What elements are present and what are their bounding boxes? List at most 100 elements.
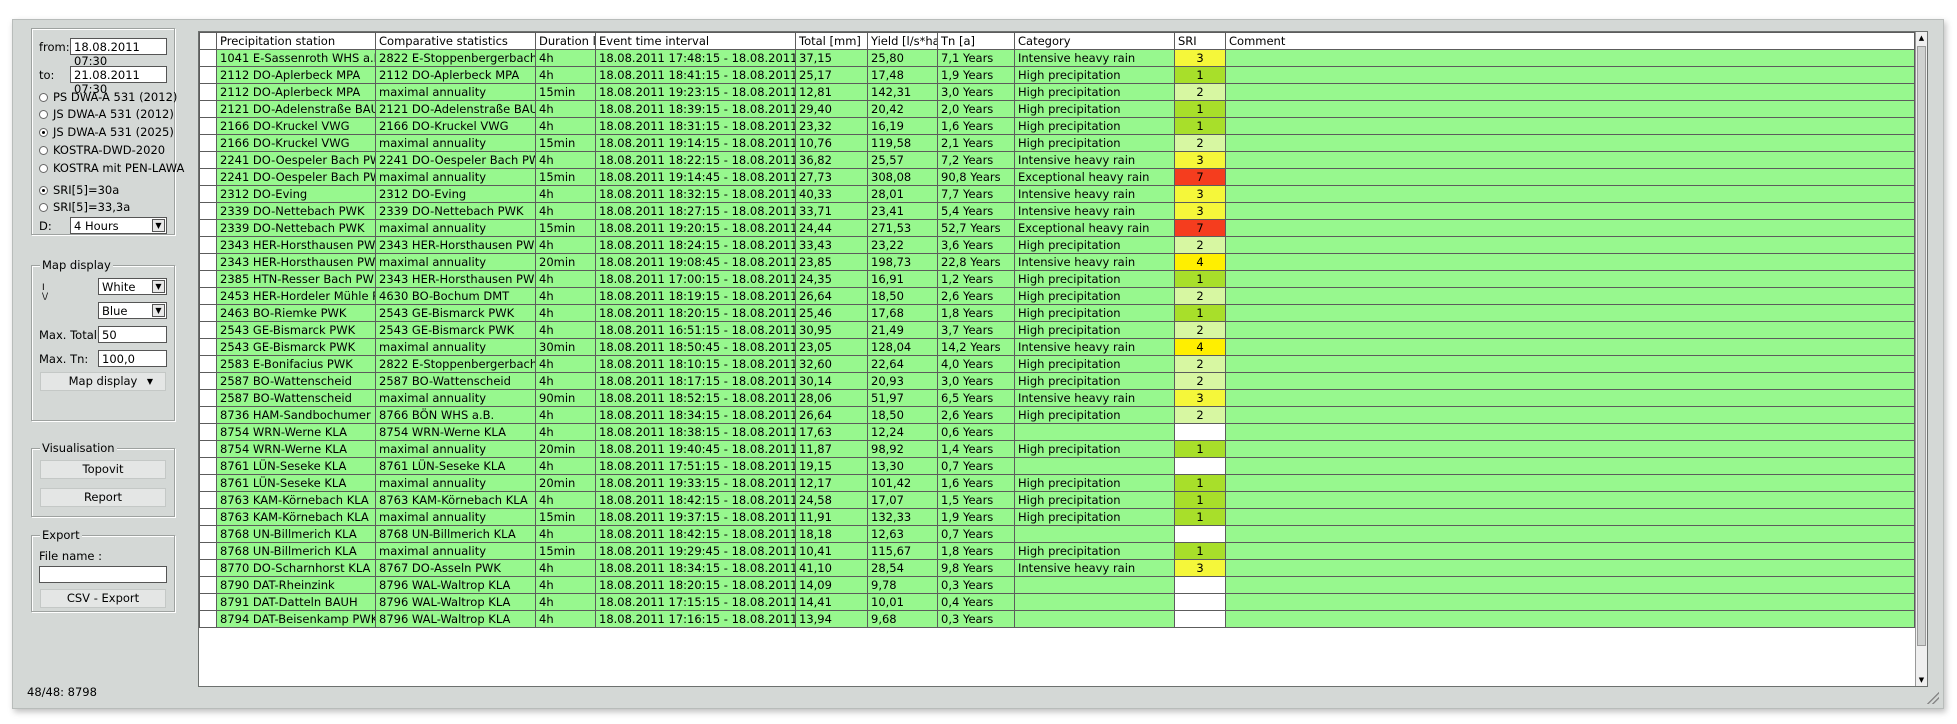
row-selector-cell[interactable] [199, 321, 217, 339]
table-row[interactable]: 2312 DO-Eving 2312 DO-Eving 4h 18.08.2011 1… [199, 185, 1915, 203]
col-header-tn[interactable]: Tn [a] [937, 32, 1015, 50]
row-selector-cell[interactable] [199, 236, 217, 254]
table-row[interactable]: 2241 DO-Oespeler Bach PWK maximal annuali… [199, 168, 1915, 186]
radio-kostra-pen-lawa[interactable]: KOSTRA mit PEN-LAWA [39, 161, 184, 175]
row-selector-cell[interactable] [199, 525, 217, 543]
radio-sri-30a[interactable]: SRI[5]=30a [39, 183, 119, 197]
table-row[interactable]: 8770 DO-Scharnhorst KLA 8767 DO-Asseln PW… [199, 559, 1915, 577]
table-row[interactable]: 2339 DO-Nettebach PWK 2339 DO-Nettebach P… [199, 202, 1915, 220]
table-row[interactable]: 8768 UN-Billmerich KLA 8768 UN-Billmerich… [199, 525, 1915, 543]
row-selector-cell[interactable] [199, 491, 217, 509]
map-display-button[interactable]: Map display ▼ [40, 372, 166, 391]
row-selector-cell[interactable] [199, 134, 217, 152]
comment-cell[interactable] [1225, 474, 1915, 492]
comment-cell[interactable] [1225, 576, 1915, 594]
row-selector-cell[interactable] [199, 168, 217, 186]
scrollbar-thumb[interactable] [1917, 46, 1926, 646]
row-selector-cell[interactable] [199, 304, 217, 322]
table-row[interactable]: 8794 DAT-Beisenkamp PWK 8796 WAL-Waltrop … [199, 610, 1915, 628]
row-selector-cell[interactable] [199, 66, 217, 84]
table-row[interactable]: 2241 DO-Oespeler Bach PWK 2241 DO-Oespele… [199, 151, 1915, 169]
row-selector-cell[interactable] [199, 406, 217, 424]
table-row[interactable]: 2463 BO-Riemke PWK 2543 GE-Bismarck PWK 4h… [199, 304, 1915, 322]
table-row[interactable]: 2343 HER-Horsthausen PWK 2343 HER-Horstha… [199, 236, 1915, 254]
table-row[interactable]: 2339 DO-Nettebach PWK maximal annuality 15… [199, 219, 1915, 237]
table-row[interactable]: 2583 E-Bonifacius PWK 2822 E-Stoppenberge… [199, 355, 1915, 373]
row-selector-cell[interactable] [199, 355, 217, 373]
max-tn-input[interactable]: 100,0 [98, 350, 167, 367]
row-selector-cell[interactable] [199, 253, 217, 271]
comment-cell[interactable] [1225, 202, 1915, 220]
comment-cell[interactable] [1225, 66, 1915, 84]
comment-cell[interactable] [1225, 49, 1915, 67]
comment-cell[interactable] [1225, 151, 1915, 169]
comment-cell[interactable] [1225, 559, 1915, 577]
col-header-interval[interactable]: Event time interval [595, 32, 796, 50]
comment-cell[interactable] [1225, 610, 1915, 628]
row-selector-cell[interactable] [199, 202, 217, 220]
comment-cell[interactable] [1225, 491, 1915, 509]
comment-cell[interactable] [1225, 525, 1915, 543]
comment-cell[interactable] [1225, 270, 1915, 288]
col-header-select[interactable] [199, 32, 217, 50]
col-header-station[interactable]: Precipitation station [216, 32, 376, 50]
row-selector-cell[interactable] [199, 83, 217, 101]
topovit-button[interactable]: Topovit [40, 460, 166, 479]
comment-cell[interactable] [1225, 100, 1915, 118]
row-selector-cell[interactable] [199, 508, 217, 526]
table-row[interactable]: 1041 E-Sassenroth WHS a.B. 2822 E-Stoppen… [199, 49, 1915, 67]
col-header-yield[interactable]: Yield [l/s*ha] [867, 32, 938, 50]
row-selector-cell[interactable] [199, 372, 217, 390]
to-input[interactable]: 21.08.2011 07:30 [70, 66, 167, 96]
comment-cell[interactable] [1225, 593, 1915, 611]
table-row[interactable]: 8763 KAM-Körnebach KLA 8763 KAM-Körnebach… [199, 491, 1915, 509]
table-row[interactable]: 8736 HAM-Sandbochumer Straße P8766 BÖN W… [199, 406, 1915, 424]
table-row[interactable]: 2343 HER-Horsthausen PWK maximal annualit… [199, 253, 1915, 271]
row-selector-cell[interactable] [199, 559, 217, 577]
table-row[interactable]: 8754 WRN-Werne KLA 8754 WRN-Werne KLA 4h 18… [199, 423, 1915, 441]
row-selector-cell[interactable] [199, 270, 217, 288]
row-selector-cell[interactable] [199, 100, 217, 118]
row-selector-cell[interactable] [199, 49, 217, 67]
color-top-select[interactable]: White ▼ [98, 278, 167, 295]
radio-sri-33a[interactable]: SRI[5]=33,3a [39, 200, 130, 214]
comment-cell[interactable] [1225, 440, 1915, 458]
comment-cell[interactable] [1225, 236, 1915, 254]
table-row[interactable]: 2587 BO-Wattenscheid maximal annuality 90m… [199, 389, 1915, 407]
row-selector-cell[interactable] [199, 185, 217, 203]
row-selector-cell[interactable] [199, 338, 217, 356]
comment-cell[interactable] [1225, 338, 1915, 356]
table-row[interactable]: 8791 DAT-Datteln BAUH 8796 WAL-Waltrop KL… [199, 593, 1915, 611]
row-selector-cell[interactable] [199, 542, 217, 560]
from-input[interactable]: 18.08.2011 07:30 [70, 38, 167, 68]
comment-cell[interactable] [1225, 253, 1915, 271]
comment-cell[interactable] [1225, 287, 1915, 305]
table-row[interactable]: 2121 DO-Adelenstraße BAUH 2121 DO-Adelens… [199, 100, 1915, 118]
comment-cell[interactable] [1225, 389, 1915, 407]
comment-cell[interactable] [1225, 219, 1915, 237]
comment-cell[interactable] [1225, 134, 1915, 152]
col-header-category[interactable]: Category [1014, 32, 1175, 50]
resize-grip-icon[interactable] [1927, 692, 1939, 704]
col-header-comment[interactable]: Comment [1225, 32, 1915, 50]
row-selector-cell[interactable] [199, 474, 217, 492]
table-row[interactable]: 2112 DO-Aplerbeck MPA 2112 DO-Aplerbeck M… [199, 66, 1915, 84]
comment-cell[interactable] [1225, 355, 1915, 373]
csv-export-button[interactable]: CSV - Export [40, 589, 166, 608]
radio-js-dwa-2025[interactable]: JS DWA-A 531 (2025) [39, 125, 174, 139]
table-row[interactable]: 8763 KAM-Körnebach KLA maximal annuality 1… [199, 508, 1915, 526]
comment-cell[interactable] [1225, 372, 1915, 390]
table-row[interactable]: 2453 HER-Hordeler Mühle PWK4630 BO-Bochu… [199, 287, 1915, 305]
row-selector-cell[interactable] [199, 610, 217, 628]
col-header-sri[interactable]: SRI [1174, 32, 1226, 50]
table-row[interactable]: 8761 LÜN-Seseke KLA maximal annuality 20mi… [199, 474, 1915, 492]
comment-cell[interactable] [1225, 304, 1915, 322]
radio-js-dwa-2012[interactable]: JS DWA-A 531 (2012) [39, 107, 174, 121]
row-selector-cell[interactable] [199, 117, 217, 135]
table-row[interactable]: 2543 GE-Bismarck PWK maximal annuality 30m… [199, 338, 1915, 356]
table-row[interactable]: 8790 DAT-Rheinzink 8796 WAL-Waltrop KLA 4h… [199, 576, 1915, 594]
comment-cell[interactable] [1225, 406, 1915, 424]
table-row[interactable]: 2166 DO-Kruckel VWG maximal annuality 15mi… [199, 134, 1915, 152]
scroll-down-arrow-icon[interactable]: ▼ [1916, 674, 1927, 686]
color-bottom-select[interactable]: Blue ▼ [98, 302, 167, 319]
